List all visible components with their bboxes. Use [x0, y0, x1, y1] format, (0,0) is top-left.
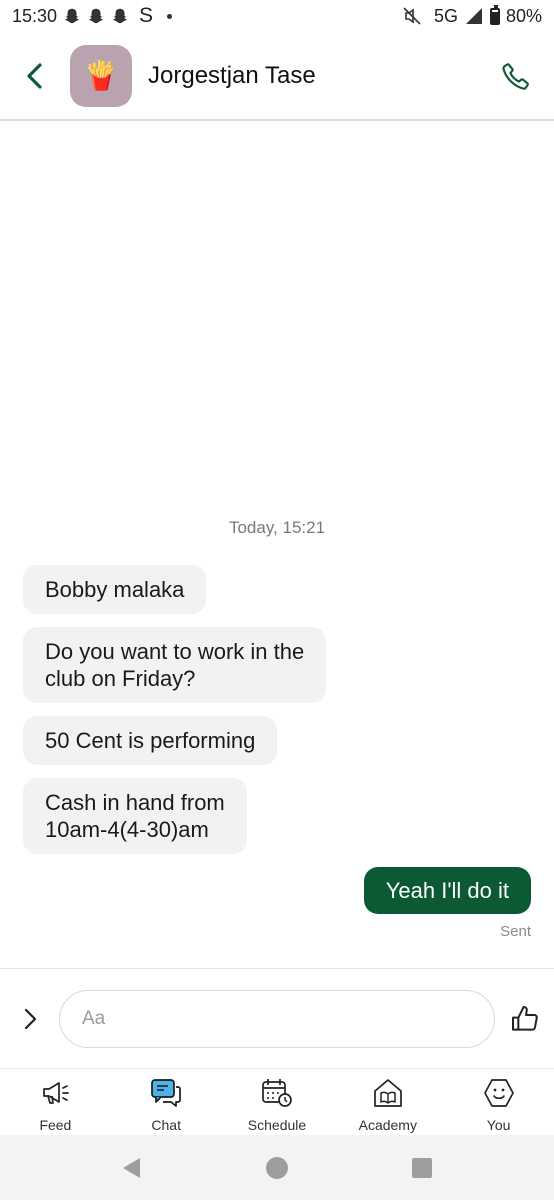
- megaphone-icon: [39, 1077, 71, 1109]
- snapchat-notification-icon: [64, 8, 80, 24]
- message-list[interactable]: Today, 15:21 Bobby malaka Do you want to…: [0, 121, 554, 968]
- snapchat-notification-icon: [88, 8, 104, 24]
- thumbs-up-icon: [512, 1005, 538, 1031]
- call-button[interactable]: [498, 58, 534, 94]
- nav-label: Academy: [358, 1117, 417, 1133]
- message-input[interactable]: [59, 989, 495, 1048]
- incoming-message[interactable]: 50 Cent is performing: [23, 716, 278, 765]
- nav-item-feed[interactable]: Feed: [0, 1069, 111, 1135]
- incoming-message[interactable]: Do you want to work in the club on Frida…: [23, 627, 327, 703]
- status-right: 5G 80%: [402, 4, 542, 27]
- message-timestamp: Today, 15:21: [228, 518, 326, 537]
- status-time: 15:30: [12, 5, 58, 26]
- book-house-icon: [372, 1077, 404, 1109]
- more-notifications-dot: [167, 13, 173, 19]
- incoming-message[interactable]: Bobby malaka: [23, 565, 207, 614]
- message-status: Sent: [500, 923, 531, 940]
- system-recents-button[interactable]: [402, 1148, 442, 1188]
- thumbs-up-button[interactable]: [508, 1002, 542, 1036]
- phone-icon: [502, 62, 529, 90]
- message-text: Do you want to work in the: [45, 639, 305, 664]
- contact-name[interactable]: Jorgestjan Tase: [148, 62, 498, 90]
- calendar-clock-icon: [261, 1077, 293, 1109]
- message-text: Bobby malaka: [45, 577, 185, 602]
- expand-button[interactable]: [15, 1004, 45, 1034]
- triangle-back-icon: [123, 1157, 141, 1178]
- signal-icon: [465, 8, 482, 24]
- square-recents-icon: [411, 1157, 432, 1178]
- outgoing-message[interactable]: Yeah I'll do it: [363, 867, 531, 914]
- chevron-right-icon: [24, 1008, 37, 1029]
- system-navigation-bar: [0, 1135, 554, 1200]
- status-left: 15:30 S: [12, 4, 173, 28]
- message-text: 50 Cent is performing: [45, 728, 256, 753]
- message-text: Cash in hand from: [45, 790, 225, 815]
- chat-header: 🍟 Jorgestjan Tase: [0, 32, 554, 121]
- system-home-button[interactable]: [257, 1148, 297, 1188]
- bottom-navigation: Feed Chat Schedule Academy You: [0, 1068, 554, 1135]
- system-back-button[interactable]: [112, 1148, 152, 1188]
- message-composer: [0, 968, 554, 1068]
- nav-label: Chat: [151, 1117, 181, 1133]
- status-bar: 15:30 S 5G 80%: [0, 0, 554, 32]
- nav-label: Schedule: [247, 1117, 307, 1133]
- nav-item-you[interactable]: You: [443, 1069, 554, 1135]
- app-s-icon: S: [139, 4, 154, 27]
- chat-icon: [150, 1077, 182, 1109]
- snapchat-notification-icon: [112, 8, 128, 24]
- battery-icon: [489, 4, 500, 25]
- back-button[interactable]: [18, 60, 50, 92]
- nav-item-academy[interactable]: Academy: [332, 1069, 443, 1135]
- battery-percent: 80%: [505, 5, 542, 26]
- message-text: Yeah I'll do it: [385, 878, 509, 903]
- circle-home-icon: [265, 1156, 288, 1179]
- message-text: 10am-4(4-30)am: [45, 817, 209, 842]
- incoming-message[interactable]: Cash in hand from 10am-4(4-30)am: [23, 778, 247, 854]
- contact-avatar[interactable]: 🍟: [70, 44, 132, 107]
- nav-label: You: [486, 1117, 511, 1133]
- chevron-left-icon: [27, 62, 42, 89]
- mute-vibrate-icon: [403, 7, 421, 25]
- network-type: 5G: [433, 5, 458, 26]
- message-text: club on Friday?: [45, 666, 196, 691]
- smiley-icon: [483, 1077, 515, 1109]
- nav-item-chat[interactable]: Chat: [111, 1069, 222, 1135]
- nav-label: Feed: [39, 1117, 72, 1133]
- nav-item-schedule[interactable]: Schedule: [222, 1069, 333, 1135]
- fries-emoji-icon: 🍟: [83, 60, 119, 91]
